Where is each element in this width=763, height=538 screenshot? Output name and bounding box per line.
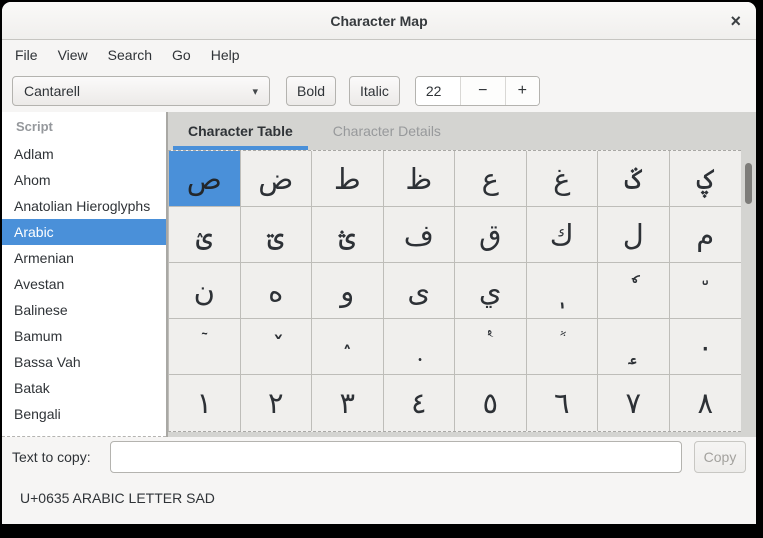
sidebar-item-bengali[interactable]: Bengali [2,401,166,427]
scrollbar-thumb[interactable] [745,163,752,204]
menu-item-view[interactable]: View [48,42,98,68]
bold-button[interactable]: Bold [286,76,336,106]
character-cell[interactable]: ٜ [384,319,456,375]
sidebar-item-avestan[interactable]: Avestan [2,271,166,297]
character-cell[interactable]: ض [241,151,313,207]
text-to-copy-label: Text to copy: [12,449,91,465]
window-title: Character Map [330,13,427,29]
character-cell[interactable]: ؿ [312,207,384,263]
character-cell[interactable]: ظ [384,151,456,207]
status-text: U+0635 ARABIC LETTER SAD [20,490,215,506]
menu-item-search[interactable]: Search [98,42,162,68]
toolbar: Cantarell ▾ Bold Italic 22 − + [2,70,756,112]
font-family-value: Cantarell [24,83,80,99]
character-cell[interactable]: ٛ [312,319,384,375]
character-table: صضطظعغػؼؽؾؿفقكلمنهوىي ٖ ٗ ٘ ٙ ٚ ٛ ٜ ٝ ٞ … [168,150,741,432]
sidebar-item-armenian[interactable]: Armenian [2,245,166,271]
character-cell[interactable]: ٣ [312,375,384,431]
font-size-spinner: 22 − + [415,76,540,106]
character-cell[interactable]: ٥ [455,375,527,431]
content-area: Script AdlamAhomAnatolian HieroglyphsAra… [2,112,756,437]
character-cell[interactable]: ٙ [169,319,241,375]
character-cell[interactable]: ٞ [527,319,599,375]
character-cell[interactable]: ق [455,207,527,263]
close-icon[interactable]: × [730,12,741,30]
character-map-window: Character Map × FileViewSearchGoHelp Can… [2,2,756,524]
tab-character-details[interactable]: Character Details [313,112,461,150]
sidebar-item-bamum[interactable]: Bamum [2,323,166,349]
character-cell[interactable]: ؾ [241,207,313,263]
character-cell[interactable]: ع [455,151,527,207]
menu-item-help[interactable]: Help [201,42,250,68]
character-cell[interactable]: ف [384,207,456,263]
character-cell[interactable]: ٚ [241,319,313,375]
sidebar-item-adlam[interactable]: Adlam [2,141,166,167]
font-family-dropdown[interactable]: Cantarell ▾ [12,76,270,106]
character-cell[interactable]: ي [455,263,527,319]
character-cell[interactable]: ٨ [670,375,742,431]
copy-bar: Text to copy: Copy [2,437,756,477]
notebook: Character TableCharacter Details صضطظعغػ… [168,112,756,437]
font-size-value[interactable]: 22 [416,77,461,105]
character-cell[interactable]: ٘ [670,263,742,319]
character-cell[interactable]: ٗ [598,263,670,319]
character-cell[interactable]: ٖ [527,263,599,319]
script-list: AdlamAhomAnatolian HieroglyphsArabicArme… [2,141,166,437]
character-cell[interactable]: ط [312,151,384,207]
sidebar-item-bassa-vah[interactable]: Bassa Vah [2,349,166,375]
tab-bar: Character TableCharacter Details [168,112,756,150]
tab-character-table[interactable]: Character Table [168,112,313,150]
status-bar: U+0635 ARABIC LETTER SAD [2,477,756,524]
character-cell[interactable]: و [312,263,384,319]
character-cell[interactable]: ػ [598,151,670,207]
vertical-scrollbar[interactable] [741,150,756,432]
sidebar-item-arabic[interactable]: Arabic [2,219,166,245]
character-cell[interactable]: ٟ [598,319,670,375]
script-sidebar: Script AdlamAhomAnatolian HieroglyphsAra… [2,112,168,437]
character-cell[interactable]: ص [169,151,241,207]
character-cell[interactable]: ٤ [384,375,456,431]
sidebar-item-batak[interactable]: Batak [2,375,166,401]
copy-button[interactable]: Copy [694,441,746,473]
character-cell[interactable]: ؼ [670,151,742,207]
character-cell[interactable]: ؽ [169,207,241,263]
menu-item-go[interactable]: Go [162,42,201,68]
character-cell[interactable]: ٧ [598,375,670,431]
sidebar-item-anatolian-hieroglyphs[interactable]: Anatolian Hieroglyphs [2,193,166,219]
character-grid-area: صضطظعغػؼؽؾؿفقكلمنهوىي ٖ ٗ ٘ ٙ ٚ ٛ ٜ ٝ ٞ … [168,150,756,437]
character-cell[interactable]: ٝ [455,319,527,375]
decrease-font-size-button[interactable]: − [461,77,506,105]
character-cell[interactable]: غ [527,151,599,207]
character-cell[interactable]: ١ [169,375,241,431]
character-cell[interactable]: م [670,207,742,263]
character-cell[interactable]: ٦ [527,375,599,431]
character-cell[interactable]: ٠ [670,319,742,375]
menu-item-file[interactable]: File [5,42,48,68]
sidebar-item-balinese[interactable]: Balinese [2,297,166,323]
menu-bar: FileViewSearchGoHelp [2,40,756,70]
character-cell[interactable]: ى [384,263,456,319]
italic-button[interactable]: Italic [349,76,400,106]
script-list-header: Script [2,112,166,141]
text-to-copy-input[interactable] [110,441,682,473]
character-cell[interactable]: ن [169,263,241,319]
character-cell[interactable]: ه [241,263,313,319]
title-bar: Character Map × [2,2,756,40]
character-cell[interactable]: ٢ [241,375,313,431]
character-cell[interactable]: ل [598,207,670,263]
sidebar-item-ahom[interactable]: Ahom [2,167,166,193]
character-cell[interactable]: ك [527,207,599,263]
increase-font-size-button[interactable]: + [506,77,539,105]
chevron-down-icon: ▾ [252,85,258,98]
